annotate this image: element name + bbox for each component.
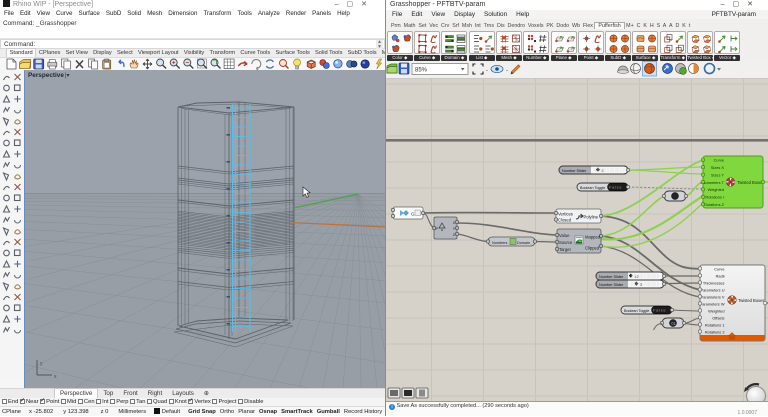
svg-text:G: G [411, 212, 415, 217]
svg-text:85%: 85% [415, 68, 428, 74]
svg-text:Closed: Closed [558, 218, 572, 223]
svg-text:Twisted Boxes: Twisted Boxes [738, 298, 764, 303]
svg-text:Rotations Z: Rotations Z [704, 202, 725, 207]
svg-text:Sizes Y: Sizes Y [711, 172, 725, 177]
svg-text:Info: Info [729, 337, 735, 341]
svg-text:Number Slider: Number Slider [599, 275, 624, 279]
svg-text:Domain: Domain [517, 241, 530, 245]
svg-text:Sizes X: Sizes X [711, 165, 725, 170]
svg-text:Value: Value [559, 233, 570, 238]
svg-text:Boolean Toggle: Boolean Toggle [624, 309, 649, 313]
svg-text:False: False [609, 185, 622, 190]
svg-text:Target: Target [559, 247, 571, 252]
svg-text:Number Slider: Number Slider [599, 283, 624, 287]
svg-text:Rotations I: Rotations I [705, 195, 724, 200]
svg-text:Rotations 2: Rotations 2 [705, 329, 725, 334]
svg-text:Boolean Toggle: Boolean Toggle [580, 186, 605, 190]
svg-text:Numbers: Numbers [492, 241, 508, 245]
svg-text:Thicknesses: Thicknesses [703, 280, 725, 285]
svg-text:Radii: Radii [716, 273, 725, 278]
svg-text:Clipped: Clipped [585, 246, 600, 251]
svg-text:Parameters W: Parameters W [700, 301, 725, 306]
svg-text:Parameters V: Parameters V [701, 294, 725, 299]
svg-text:Offsets: Offsets [712, 315, 724, 320]
svg-text:False: False [653, 308, 666, 313]
svg-text:Vertices: Vertices [558, 211, 573, 216]
svg-text:Parameters U: Parameters U [701, 287, 725, 292]
svg-text:|▾: |▾ [65, 73, 70, 79]
svg-text:Number Slider: Number Slider [562, 169, 587, 173]
svg-text:Perspective: Perspective [28, 72, 64, 79]
svg-text:Rotations 1: Rotations 1 [705, 322, 725, 327]
svg-text:Twisted Boxes: Twisted Boxes [737, 180, 763, 185]
svg-text:Curve: Curve [714, 266, 724, 271]
svg-text:-: - [506, 68, 508, 74]
svg-text:Weighted: Weighted [708, 308, 724, 313]
svg-text:Source: Source [559, 240, 573, 245]
svg-text:Curve: Curve [714, 158, 724, 163]
svg-text:Polyline: Polyline [584, 214, 599, 219]
svg-text:Mapped: Mapped [585, 235, 601, 240]
svg-text:Weighted: Weighted [708, 187, 724, 192]
svg-text:-: - [486, 68, 488, 74]
svg-text:01: 01 [671, 321, 676, 326]
